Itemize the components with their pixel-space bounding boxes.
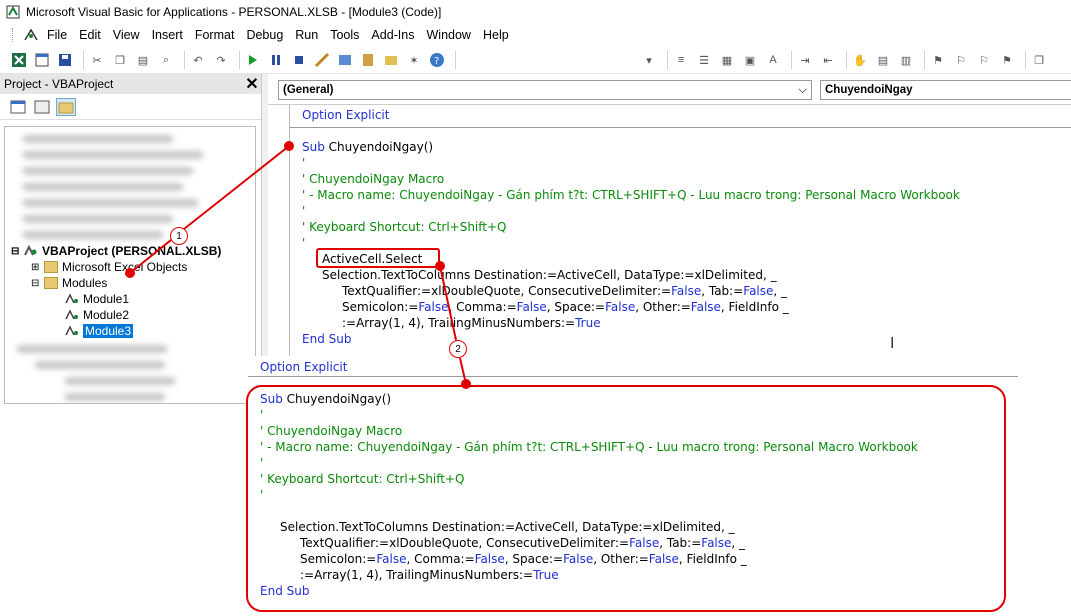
leader-line-2a <box>439 265 457 341</box>
annotation-marker-1: 1 <box>170 227 188 245</box>
leader-line-1b <box>183 145 290 230</box>
annotation-lines <box>125 141 471 389</box>
leader-dot <box>125 268 135 278</box>
annotation-marker-2: 2 <box>449 340 467 358</box>
leader-dot <box>461 379 471 389</box>
leader-dot <box>284 141 294 151</box>
leader-dot <box>435 261 445 271</box>
leader-line-1a <box>129 235 177 274</box>
